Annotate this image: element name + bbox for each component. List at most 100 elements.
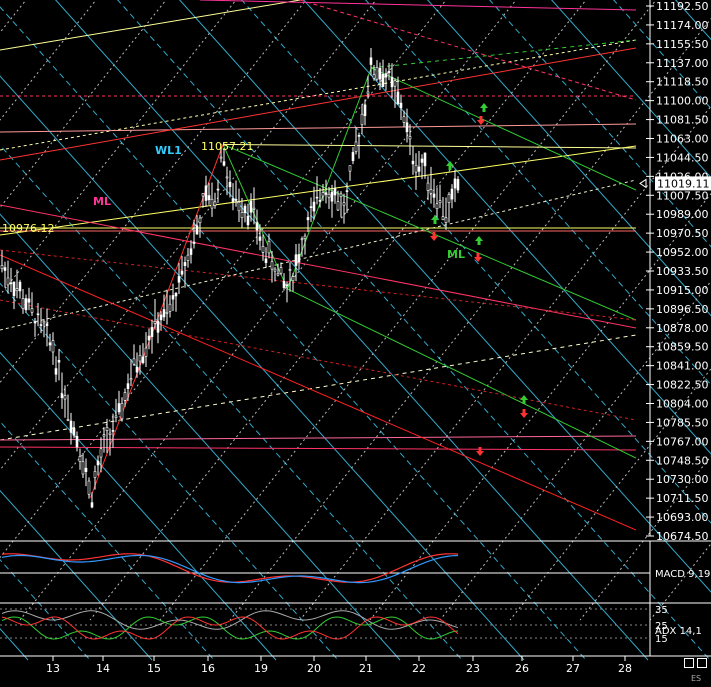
candle-body bbox=[291, 276, 295, 282]
candle-body bbox=[33, 321, 37, 324]
macd-label: MACD 9,19 bbox=[655, 569, 710, 580]
y-tick-label: 10915.00 bbox=[656, 284, 709, 297]
candle-body bbox=[282, 281, 286, 288]
candle-body bbox=[138, 355, 142, 362]
x-tick-label: 20 bbox=[307, 662, 321, 675]
candle-body bbox=[339, 193, 343, 197]
candle-body bbox=[273, 268, 277, 272]
candle-body bbox=[453, 178, 457, 189]
annotation-label: 11057.21 bbox=[201, 140, 254, 153]
candle-body bbox=[390, 76, 394, 88]
candle-body bbox=[198, 217, 202, 224]
candle-body bbox=[381, 74, 385, 88]
x-tick-label: 22 bbox=[412, 662, 426, 675]
candle-body bbox=[27, 298, 31, 303]
candle-body bbox=[189, 248, 193, 255]
candle-body bbox=[288, 269, 292, 271]
candle-body bbox=[3, 267, 7, 271]
candle-body bbox=[117, 403, 121, 413]
candle-body bbox=[270, 261, 274, 270]
candle-body bbox=[102, 434, 106, 437]
x-tick-label: 23 bbox=[466, 662, 480, 675]
price-chart: WL1 11057.21ML10976.12ML MACD 9,19352515A… bbox=[0, 0, 711, 687]
x-tick-label: 14 bbox=[96, 662, 110, 675]
candle-body bbox=[174, 292, 178, 297]
adx-label: ADX 14,1 bbox=[655, 626, 702, 637]
last-price-label: 11019.11 bbox=[657, 177, 710, 190]
y-tick-label: 10674.50 bbox=[656, 530, 709, 543]
candle-body bbox=[99, 448, 103, 458]
candle-body bbox=[111, 430, 115, 432]
candle-body bbox=[396, 91, 400, 105]
candle-body bbox=[312, 201, 316, 212]
candle-body bbox=[354, 141, 358, 152]
candle-body bbox=[264, 258, 268, 264]
candle-body bbox=[90, 502, 94, 508]
candle-body bbox=[96, 460, 100, 466]
y-tick-label: 10878.00 bbox=[656, 322, 709, 335]
candle-body bbox=[255, 222, 259, 231]
candle-body bbox=[186, 254, 190, 261]
annotation-label: 10976.12 bbox=[2, 222, 55, 235]
candle-body bbox=[63, 395, 67, 400]
y-tick-label: 11155.50 bbox=[656, 38, 709, 51]
candle-body bbox=[246, 215, 250, 226]
candle-body bbox=[393, 80, 397, 87]
candle-body bbox=[57, 359, 61, 363]
candle-body bbox=[93, 471, 97, 478]
y-tick-label: 10693.00 bbox=[656, 511, 709, 524]
candle-body bbox=[240, 212, 244, 219]
candle-body bbox=[426, 182, 430, 191]
candle-body bbox=[207, 195, 211, 201]
candle-body bbox=[222, 161, 226, 166]
candle-body bbox=[378, 68, 382, 80]
candle-body bbox=[438, 200, 442, 204]
candle-body bbox=[417, 166, 421, 172]
zoom-in-button[interactable] bbox=[697, 658, 707, 668]
candle-body bbox=[81, 461, 85, 475]
candle-body bbox=[216, 188, 220, 191]
candle-body bbox=[363, 104, 367, 117]
candle-body bbox=[366, 91, 370, 95]
candle-body bbox=[402, 116, 406, 123]
candle-body bbox=[204, 185, 208, 201]
annotation-label: ML bbox=[447, 248, 465, 261]
candle-body bbox=[210, 198, 214, 209]
candle-body bbox=[60, 393, 64, 399]
y-tick-label: 11007.50 bbox=[656, 189, 709, 202]
candle-body bbox=[36, 313, 40, 316]
y-tick-label: 11044.50 bbox=[656, 151, 709, 164]
candle-body bbox=[441, 216, 445, 221]
y-tick-label: 11063.00 bbox=[656, 133, 709, 146]
candle-body bbox=[276, 272, 280, 276]
candle-body bbox=[432, 193, 436, 198]
candle-body bbox=[303, 235, 307, 239]
y-tick-label: 10767.00 bbox=[656, 435, 709, 448]
candle-body bbox=[294, 254, 298, 266]
candle-body bbox=[144, 347, 148, 357]
candle-body bbox=[9, 282, 13, 285]
y-tick-label: 10841.00 bbox=[656, 360, 709, 373]
candle-body bbox=[69, 420, 73, 433]
candle-body bbox=[405, 122, 409, 133]
candle-body bbox=[357, 135, 361, 137]
candle-body bbox=[306, 217, 310, 221]
candle-body bbox=[87, 480, 91, 495]
y-tick-label: 11174.00 bbox=[656, 19, 709, 32]
y-tick-label: 10896.50 bbox=[656, 303, 709, 316]
candle-body bbox=[120, 403, 124, 420]
candle-body bbox=[66, 419, 70, 421]
candle-body bbox=[213, 201, 217, 206]
y-tick-label: 10859.50 bbox=[656, 341, 709, 354]
candle-body bbox=[309, 206, 313, 208]
candle-body bbox=[75, 435, 79, 448]
zoom-out-button[interactable] bbox=[684, 658, 694, 668]
candle-body bbox=[414, 164, 418, 173]
candle-body bbox=[105, 427, 109, 431]
x-tick-label: 27 bbox=[566, 662, 580, 675]
candle-body bbox=[420, 158, 424, 163]
candle-body bbox=[300, 238, 304, 241]
candle-body bbox=[72, 428, 76, 436]
candle-body bbox=[249, 200, 253, 213]
candle-body bbox=[183, 262, 187, 266]
